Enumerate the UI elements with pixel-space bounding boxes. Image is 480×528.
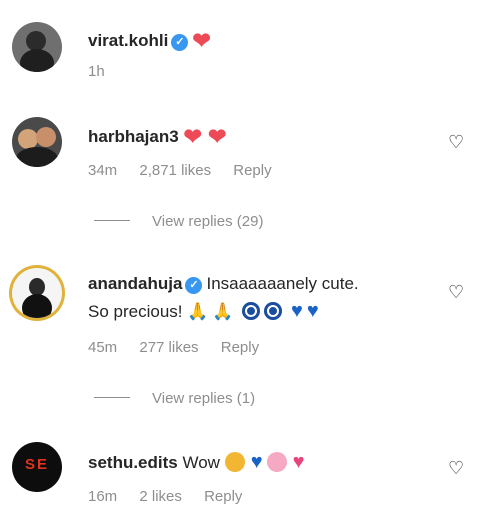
view-replies-button[interactable]: View replies (29) xyxy=(94,213,263,230)
pray-emoji: 🙏 xyxy=(212,302,234,321)
comment-text: So precious! xyxy=(88,302,183,321)
pray-emoji: 🙏 xyxy=(187,302,209,321)
comment-header: harbhajan3 ❤ ❤ xyxy=(88,124,226,150)
comment-meta: 16m 2 likes Reply xyxy=(88,488,260,505)
blue-heart-emoji: ♥ xyxy=(291,300,303,322)
avatar-sethu-edits[interactable]: SE xyxy=(12,442,62,492)
timestamp: 1h xyxy=(88,63,105,80)
reply-button[interactable]: Reply xyxy=(221,339,259,356)
username[interactable]: harbhajan3 xyxy=(88,127,179,146)
likes-count[interactable]: 2,871 likes xyxy=(139,162,211,179)
comment-header: virat.kohli ✓ ❤ xyxy=(88,28,211,54)
comment-text: Insaaaaaanely cute. xyxy=(206,274,359,293)
reply-button[interactable]: Reply xyxy=(233,162,271,179)
comment-meta: 34m 2,871 likes Reply xyxy=(88,162,290,179)
timestamp: 34m xyxy=(88,162,118,179)
verified-badge-icon: ✓ xyxy=(185,277,203,294)
red-hearts-emoji: ❤ ❤ xyxy=(183,124,227,149)
blue-heart-emoji: ♥ xyxy=(306,300,319,322)
view-replies-button[interactable]: View replies (1) xyxy=(94,390,255,407)
comment-header: anandahuja ✓ Insaaaaaanely cute. xyxy=(88,274,359,294)
timestamp: 16m xyxy=(88,488,118,505)
avatar-anandahuja[interactable] xyxy=(12,268,62,318)
red-heart-emoji: ❤ xyxy=(192,28,211,53)
comment-header: sethu.edits Wow ♥ ♥ xyxy=(88,451,304,474)
avatar-harbhajan3[interactable] xyxy=(12,117,62,167)
heart-with-ribbon-emoji: ♥ xyxy=(292,451,305,473)
like-heart-icon[interactable]: ♡ xyxy=(448,283,466,301)
divider-line xyxy=(94,397,130,398)
verified-badge-icon: ✓ xyxy=(171,34,189,51)
comment-text: Wow xyxy=(182,453,220,472)
avatar-logo-text: SE xyxy=(24,456,49,473)
nazar-amulet-emoji xyxy=(242,302,261,320)
reply-button[interactable]: Reply xyxy=(204,488,242,505)
blue-heart-emoji: ♥ xyxy=(250,451,263,473)
comment-text-line2: So precious! 🙏 🙏 ♥ ♥ xyxy=(88,300,323,323)
divider-line xyxy=(94,220,130,221)
comment-meta: 45m 277 likes Reply xyxy=(88,339,277,356)
timestamp: 45m xyxy=(88,339,118,356)
likes-count[interactable]: 277 likes xyxy=(139,339,198,356)
avatar-virat-kohli[interactable] xyxy=(12,22,62,72)
username[interactable]: anandahuja xyxy=(88,274,182,293)
view-replies-label: View replies (1) xyxy=(152,390,256,407)
username[interactable]: sethu.edits xyxy=(88,453,178,472)
comment-meta: 1h xyxy=(88,63,123,80)
likes-count[interactable]: 2 likes xyxy=(139,488,182,505)
view-replies-label: View replies (29) xyxy=(152,213,264,230)
like-heart-icon[interactable]: ♡ xyxy=(448,459,466,477)
like-heart-icon[interactable]: ♡ xyxy=(448,133,466,151)
username[interactable]: virat.kohli xyxy=(88,31,168,50)
smiling-face-with-hearts-emoji xyxy=(224,452,245,472)
pleading-face-emoji xyxy=(266,452,287,472)
nazar-amulet-emoji xyxy=(264,302,283,320)
